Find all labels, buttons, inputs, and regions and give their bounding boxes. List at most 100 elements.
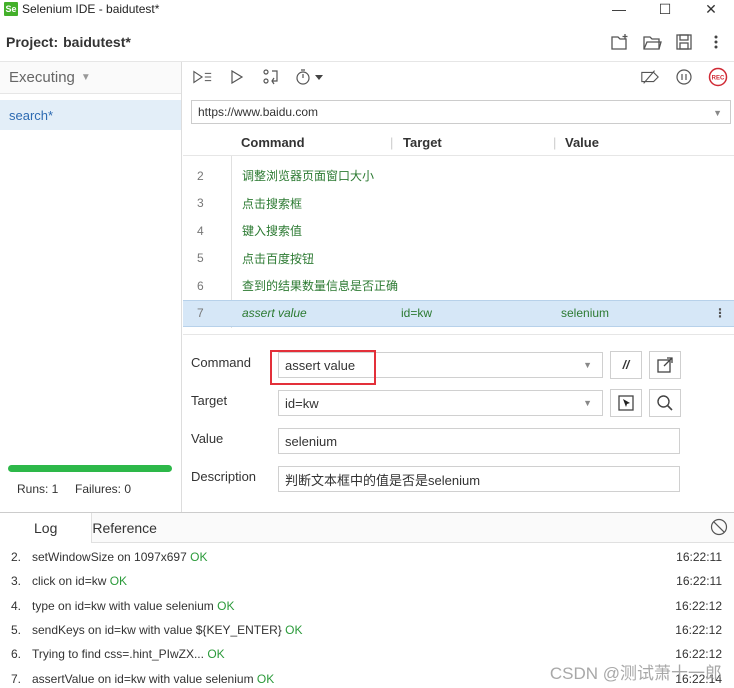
select-target-button[interactable] bbox=[610, 389, 642, 417]
command-row[interactable]: 2 调整浏览器页面窗口大小 bbox=[183, 162, 734, 190]
runs-count: Runs: 1 bbox=[17, 482, 59, 496]
target-field-label: Target bbox=[191, 393, 228, 408]
log-entry-number: 2. bbox=[11, 550, 22, 565]
chevron-down-icon: ▼ bbox=[80, 72, 91, 83]
command-table-header: Command | Target | Value bbox=[183, 130, 734, 156]
executing-dropdown[interactable]: Executing ▼ bbox=[0, 62, 181, 94]
log-entry-time: 16:22:12 bbox=[675, 623, 722, 638]
new-project-icon bbox=[611, 34, 628, 50]
new-project-button[interactable] bbox=[610, 32, 630, 52]
project-bar: Project: baidutest* bbox=[0, 22, 734, 62]
description-field-label: Description bbox=[191, 469, 257, 484]
log-entry-number: 6. bbox=[11, 647, 22, 662]
log-entry-message: assertValue on id=kw with value selenium bbox=[32, 671, 254, 686]
test-speed-button[interactable] bbox=[295, 67, 329, 87]
more-options-button[interactable] bbox=[706, 32, 726, 52]
chevron-down-icon[interactable]: ▼ bbox=[583, 398, 592, 408]
row-number: 5 bbox=[197, 251, 204, 266]
project-name[interactable]: baidutest* bbox=[63, 34, 131, 50]
value-field-label: Value bbox=[191, 431, 224, 446]
log-entry-message: setWindowSize on 1097x697 bbox=[32, 550, 187, 565]
close-window-button[interactable]: ✕ bbox=[688, 0, 734, 18]
base-url-input[interactable]: https://www.baidu.com ▼ bbox=[191, 100, 731, 124]
chevron-down-icon[interactable]: ▼ bbox=[713, 108, 722, 118]
log-entry: 4. type on id=kw with value selenium OK … bbox=[0, 594, 734, 618]
folder-open-icon bbox=[643, 36, 662, 50]
log-entry-status: OK bbox=[109, 574, 128, 589]
command-row[interactable]: 4 键入搜索值 bbox=[183, 217, 734, 245]
test-item-search[interactable]: search* bbox=[0, 100, 181, 130]
log-entry-time: 16:22:11 bbox=[676, 550, 722, 565]
log-entry-status: OK bbox=[190, 550, 208, 565]
header-target: Target bbox=[403, 135, 442, 150]
log-entry-status: OK bbox=[207, 647, 225, 662]
log-entry-number: 3. bbox=[11, 574, 22, 589]
column-divider: | bbox=[553, 135, 557, 150]
header-value: Value bbox=[565, 135, 599, 150]
chevron-down-icon[interactable]: ▼ bbox=[583, 360, 592, 370]
log-panel: Log Reference 2. setWindowSize on 1097x6… bbox=[0, 512, 734, 688]
row-value: selenium bbox=[561, 306, 610, 321]
step-over-button[interactable] bbox=[261, 67, 281, 87]
log-entry-status: OK bbox=[285, 623, 303, 638]
command-list: 2 调整浏览器页面窗口大小 3 点击搜索框 4 键入搜索值 5 点击百度按钮 6… bbox=[183, 162, 734, 327]
run-progress-bar bbox=[8, 465, 172, 472]
tab-reference[interactable]: Reference bbox=[92, 513, 191, 543]
log-entry-time: 16:22:11 bbox=[676, 574, 722, 589]
command-row-selected[interactable]: 7 assert value id=kw selenium ⋮ bbox=[183, 299, 734, 327]
log-entry-message: Trying to find css=.hint_PIwZX... bbox=[32, 647, 204, 662]
log-entry-message-wrap: Trying to find css=.hint_PIwZX... OK bbox=[32, 647, 225, 661]
clear-icon bbox=[710, 518, 728, 536]
row-command: 点击搜索框 bbox=[242, 196, 303, 211]
maximize-button[interactable]: ☐ bbox=[642, 0, 688, 18]
open-reference-button[interactable] bbox=[649, 351, 681, 379]
command-row[interactable]: 5 点击百度按钮 bbox=[183, 245, 734, 273]
pause-icon bbox=[676, 69, 692, 85]
project-label: Project: bbox=[6, 33, 59, 50]
csdn-watermark: CSDN @测试萧十一郎 bbox=[549, 664, 722, 683]
base-url-value: https://www.baidu.com bbox=[198, 105, 319, 119]
value-input[interactable]: selenium bbox=[278, 428, 680, 454]
record-button[interactable]: REC bbox=[708, 67, 728, 87]
pause-on-exceptions-button[interactable] bbox=[674, 67, 694, 87]
log-entry-message-wrap: type on id=kw with value selenium OK bbox=[32, 599, 234, 613]
log-entry-message-wrap: setWindowSize on 1097x697 OK bbox=[32, 550, 207, 564]
rec-icon: REC bbox=[708, 67, 728, 87]
log-entry: 2. setWindowSize on 1097x697 OK 16:22:11 bbox=[0, 545, 734, 569]
log-entry: 3. click on id=kw OK 16:22:11 bbox=[0, 569, 734, 593]
window-controls: — ☐ ✕ bbox=[596, 0, 734, 18]
run-all-tests-button[interactable] bbox=[193, 67, 213, 87]
row-number: 4 bbox=[197, 223, 204, 238]
clear-log-button[interactable] bbox=[710, 518, 728, 536]
title-bar: Se Selenium IDE - baidutest* — ☐ ✕ bbox=[0, 0, 734, 18]
row-number: 2 bbox=[197, 168, 204, 183]
command-row[interactable]: 6 查到的结果数量信息是否正确 bbox=[183, 272, 734, 300]
row-target: id=kw bbox=[401, 306, 433, 321]
open-project-button[interactable] bbox=[642, 32, 662, 52]
command-field-label: Command bbox=[191, 355, 251, 370]
log-entry-message-wrap: assertValue on id=kw with value selenium… bbox=[32, 672, 274, 686]
log-entry-message-wrap: click on id=kw OK bbox=[32, 574, 127, 588]
test-sidebar: Executing ▼ search* Runs: 1 Failures: 0 bbox=[0, 62, 182, 512]
command-row[interactable]: 3 点击搜索框 bbox=[183, 190, 734, 218]
row-command: 点击百度按钮 bbox=[242, 251, 315, 266]
log-entry-number: 7. bbox=[11, 671, 22, 686]
step-icon bbox=[263, 69, 278, 85]
row-menu-icon[interactable]: ⋮ bbox=[714, 306, 726, 320]
save-project-button[interactable] bbox=[674, 32, 694, 52]
header-command: Command bbox=[241, 135, 305, 150]
tab-log[interactable]: Log bbox=[0, 512, 93, 543]
find-target-button[interactable] bbox=[649, 389, 681, 417]
executing-label: Executing bbox=[9, 69, 75, 86]
target-input[interactable]: id=kw ▼ bbox=[278, 390, 603, 416]
log-entry-time: 16:22:12 bbox=[675, 598, 722, 613]
comment-toggle-button[interactable]: // bbox=[610, 351, 642, 379]
timer-icon bbox=[296, 69, 323, 85]
minimize-button[interactable]: — bbox=[596, 0, 642, 18]
run-current-test-button[interactable] bbox=[227, 67, 247, 87]
description-input[interactable]: 判断文本框中的值是否是selenium bbox=[278, 466, 680, 492]
log-entry-message-wrap: sendKeys on id=kw with value ${KEY_ENTER… bbox=[32, 623, 303, 637]
disable-breakpoints-button[interactable] bbox=[640, 67, 660, 87]
play-icon bbox=[231, 70, 244, 84]
test-item-label: search* bbox=[9, 107, 54, 123]
